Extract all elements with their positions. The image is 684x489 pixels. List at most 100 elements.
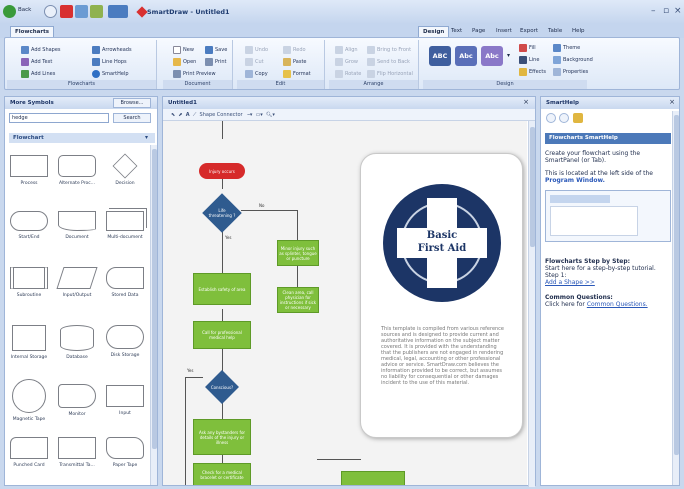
symbol-scrollbar[interactable] bbox=[150, 145, 157, 485]
style-blue-button[interactable]: Abc bbox=[455, 46, 477, 66]
print-preview-button[interactable]: Print Preview bbox=[173, 70, 216, 78]
flow-next-node[interactable] bbox=[341, 471, 405, 485]
new-document-icon[interactable] bbox=[60, 5, 73, 18]
flow-call-help-node[interactable]: Call for professional medical help bbox=[193, 321, 251, 349]
shape-connector-label[interactable]: Shape Connector bbox=[200, 112, 243, 118]
connector-icon[interactable]: ⬈ bbox=[178, 112, 182, 118]
flow-establish-safety-node[interactable]: Establish safety of area bbox=[193, 273, 251, 305]
symbol-database[interactable]: Database bbox=[53, 325, 101, 360]
bring-to-front-button[interactable]: Bring to Front bbox=[367, 46, 411, 54]
tab-flowcharts[interactable]: Flowcharts bbox=[10, 26, 55, 37]
symbol-alternate-process[interactable]: Alternate Proc... bbox=[53, 155, 101, 186]
new-button[interactable]: New bbox=[173, 46, 194, 54]
help-back-icon[interactable] bbox=[546, 113, 556, 123]
rotate-button[interactable]: Rotate bbox=[335, 70, 361, 78]
back-icon[interactable] bbox=[3, 5, 16, 18]
tab-text[interactable]: Text bbox=[447, 26, 466, 37]
tab-design[interactable]: Design bbox=[418, 26, 450, 37]
flip-horizontal-button[interactable]: Flip Horizontal bbox=[367, 70, 413, 78]
library-flowchart-header[interactable]: Flowchart bbox=[9, 133, 155, 143]
symbol-transmittal-tape[interactable]: Transmittal Ta... bbox=[53, 437, 101, 468]
symbol-input-output[interactable]: Input/Output bbox=[53, 267, 101, 298]
print-icon[interactable] bbox=[108, 5, 128, 18]
scrollbar-thumb[interactable] bbox=[152, 149, 157, 449]
style-dark-blue-button[interactable]: ABC bbox=[429, 46, 451, 66]
paste-button[interactable]: Paste bbox=[283, 58, 307, 66]
back-label[interactable]: Back bbox=[18, 7, 31, 13]
symbol-punched-card[interactable]: Punched Card bbox=[5, 437, 53, 468]
symbol-monitor[interactable]: Monitor bbox=[53, 379, 101, 417]
symbol-stored-data[interactable]: Stored Data bbox=[101, 267, 149, 298]
format-painter-button[interactable]: Format bbox=[283, 70, 311, 78]
align-button[interactable]: Align bbox=[335, 46, 358, 54]
flow-decision-life-threatening[interactable]: Life threatening ? bbox=[202, 193, 242, 233]
flow-medical-bracelet-node[interactable]: Check for a medical bracelet or certific… bbox=[193, 463, 251, 485]
document-tab[interactable]: Untitled1 bbox=[163, 97, 535, 109]
background-button[interactable]: Background bbox=[553, 56, 593, 64]
add-lines-button[interactable]: Add Lines bbox=[21, 70, 55, 78]
tab-insert[interactable]: Insert bbox=[492, 26, 516, 37]
cut-button[interactable]: Cut bbox=[245, 58, 264, 66]
tab-page[interactable]: Page bbox=[468, 26, 489, 37]
close-smarthelp-icon[interactable]: × bbox=[669, 98, 675, 106]
flow-minor-injury-node[interactable]: Minor injury such as splinter, tongue or… bbox=[277, 240, 319, 266]
save-icon[interactable] bbox=[90, 5, 103, 18]
open-icon[interactable] bbox=[75, 5, 88, 18]
symbol-disk-storage[interactable]: Disk Storage bbox=[101, 325, 149, 358]
canvas-vertical-scrollbar[interactable] bbox=[528, 121, 535, 487]
first-aid-cover-card[interactable]: Basic First Aid This template is compile… bbox=[360, 153, 523, 438]
select-pointer-icon[interactable]: ⬉ bbox=[171, 112, 175, 118]
line-tool-icon[interactable]: ⟋ bbox=[193, 112, 197, 118]
tab-table[interactable]: Table bbox=[544, 26, 566, 37]
scrollbar-thumb[interactable] bbox=[674, 115, 679, 455]
save-button[interactable]: Save bbox=[205, 46, 227, 54]
symbol-magnetic-tape[interactable]: Magnetic Tape bbox=[5, 379, 53, 422]
help-forward-icon[interactable] bbox=[559, 113, 569, 123]
symbol-paper-tape[interactable]: Paper Tape bbox=[101, 437, 149, 468]
text-tool-icon[interactable]: A bbox=[186, 112, 190, 118]
symbol-input[interactable]: Input bbox=[101, 379, 149, 416]
zoom-icon[interactable]: 🔍︎▾ bbox=[266, 112, 275, 118]
effects-button[interactable]: Effects bbox=[519, 68, 546, 76]
print-button[interactable]: Print bbox=[205, 58, 227, 66]
arrowheads-button[interactable]: Arrowheads bbox=[92, 46, 132, 54]
browse-button[interactable]: Browse... bbox=[113, 98, 151, 108]
symbol-subroutine[interactable]: Subroutine bbox=[5, 267, 53, 298]
add-text-button[interactable]: Add Text bbox=[21, 58, 52, 66]
open-button[interactable]: Open bbox=[173, 58, 196, 66]
symbol-start-end[interactable]: Start/End bbox=[5, 211, 53, 240]
fill-button[interactable]: Fill bbox=[519, 44, 536, 52]
flow-start-node[interactable]: Injury occurs bbox=[199, 163, 245, 179]
add-shapes-button[interactable]: Add Shapes bbox=[21, 46, 61, 54]
line-style-dropdown-icon[interactable]: ⎯▾ bbox=[247, 112, 252, 118]
smarthelp-scrollbar[interactable] bbox=[672, 111, 679, 485]
common-questions-link[interactable]: Common Questions. bbox=[587, 301, 648, 308]
close-document-icon[interactable]: × bbox=[523, 98, 529, 106]
canvas-area[interactable]: Injury occurs Life threatening ? No Yes … bbox=[163, 121, 527, 485]
tab-export[interactable]: Export bbox=[516, 26, 542, 37]
shape-dropdown-icon[interactable]: ▭▾ bbox=[256, 112, 263, 118]
grow-button[interactable]: Grow bbox=[335, 58, 358, 66]
smarthelp-button[interactable]: SmartHelp bbox=[92, 70, 129, 78]
restore-icon[interactable]: ▫ bbox=[663, 6, 669, 16]
forward-icon[interactable] bbox=[44, 5, 57, 18]
style-gallery-dropdown-icon[interactable]: ▾ bbox=[507, 52, 510, 59]
close-icon[interactable]: × bbox=[674, 6, 682, 16]
library-collapse-icon[interactable]: ▾ bbox=[145, 134, 148, 141]
program-window-link[interactable]: Program Window. bbox=[545, 177, 605, 184]
help-home-icon[interactable] bbox=[573, 113, 583, 123]
properties-button[interactable]: Properties bbox=[553, 68, 588, 76]
line-hops-button[interactable]: Line Hops bbox=[92, 58, 127, 66]
send-to-back-button[interactable]: Send to Back bbox=[367, 58, 410, 66]
flow-decision-conscious[interactable]: Conscious? bbox=[202, 370, 242, 404]
tab-help[interactable]: Help bbox=[568, 26, 589, 37]
style-purple-button[interactable]: Abc bbox=[481, 46, 503, 66]
flow-bystanders-node[interactable]: Ask any bystanders for details of the in… bbox=[193, 419, 251, 455]
symbol-process[interactable]: Process bbox=[5, 155, 53, 186]
scrollbar-thumb[interactable] bbox=[530, 127, 535, 247]
undo-button[interactable]: Undo bbox=[245, 46, 268, 54]
search-button[interactable]: Search bbox=[113, 113, 151, 123]
theme-button[interactable]: Theme bbox=[553, 44, 580, 52]
symbol-decision[interactable]: Decision bbox=[101, 153, 149, 186]
minimize-icon[interactable]: – bbox=[651, 6, 656, 16]
